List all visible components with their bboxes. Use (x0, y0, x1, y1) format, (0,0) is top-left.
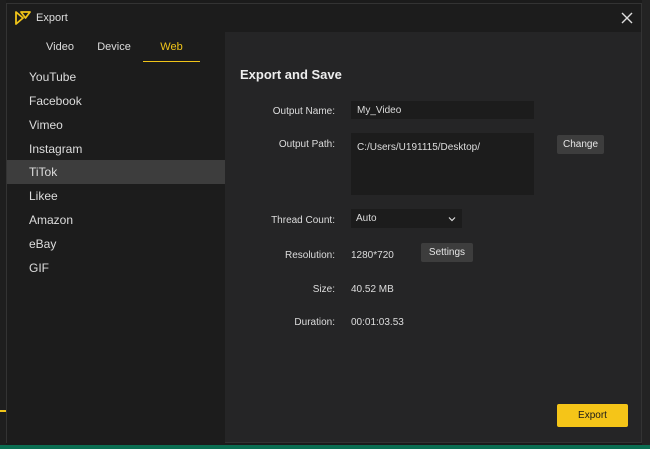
platform-list: YouTube Facebook Vimeo Instagram TiTok L… (7, 62, 225, 443)
sidebar-item-titok[interactable]: TiTok (7, 160, 225, 184)
sidebar-item-amazon[interactable]: Amazon (7, 208, 225, 232)
output-name-label: Output Name: (272, 106, 335, 117)
chevron-down-icon (448, 217, 456, 222)
close-icon[interactable] (619, 10, 635, 26)
tab-device[interactable]: Device (91, 32, 137, 62)
resolution-settings-button[interactable]: Settings (421, 243, 473, 262)
sidebar-item-gif[interactable]: GIF (7, 256, 225, 280)
export-dialog: Export Video Device Web YouTube Facebook… (6, 3, 642, 443)
sidebar-item-ebay[interactable]: eBay (7, 232, 225, 256)
app-logo-icon (15, 11, 31, 25)
output-path-label: Output Path: (278, 139, 335, 150)
thread-count-label: Thread Count: (271, 215, 335, 226)
background-status-bar (0, 445, 650, 449)
output-path-field[interactable]: C:/Users/U191115/Desktop/ (351, 133, 534, 195)
sidebar-item-likee[interactable]: Likee (7, 184, 225, 208)
title-bar: Export (7, 4, 641, 32)
size-label: Size: (312, 284, 335, 295)
tab-bar: Video Device Web (7, 32, 225, 63)
sidebar-item-facebook[interactable]: Facebook (7, 89, 225, 113)
thread-count-select[interactable]: Auto (351, 209, 462, 228)
window-title: Export (36, 12, 68, 24)
resolution-value: 1280*720 (351, 250, 394, 261)
sidebar-item-youtube[interactable]: YouTube (7, 65, 225, 89)
export-settings-panel: Export and Save Output Name: My_Video Ou… (225, 32, 643, 444)
change-path-button[interactable]: Change (557, 135, 604, 154)
tab-web[interactable]: Web (143, 32, 200, 62)
duration-value: 00:01:03.53 (351, 317, 404, 328)
size-value: 40.52 MB (351, 284, 394, 295)
sidebar-item-vimeo[interactable]: Vimeo (7, 113, 225, 137)
tab-video[interactable]: Video (37, 32, 83, 62)
thread-count-value: Auto (356, 213, 377, 224)
output-name-field[interactable]: My_Video (351, 101, 534, 119)
resolution-label: Resolution: (284, 250, 335, 261)
export-button[interactable]: Export (557, 404, 628, 427)
background-app-right-edge (642, 0, 650, 449)
page-title: Export and Save (240, 67, 342, 82)
sidebar-item-instagram[interactable]: Instagram (7, 137, 225, 161)
duration-label: Duration: (294, 317, 335, 328)
